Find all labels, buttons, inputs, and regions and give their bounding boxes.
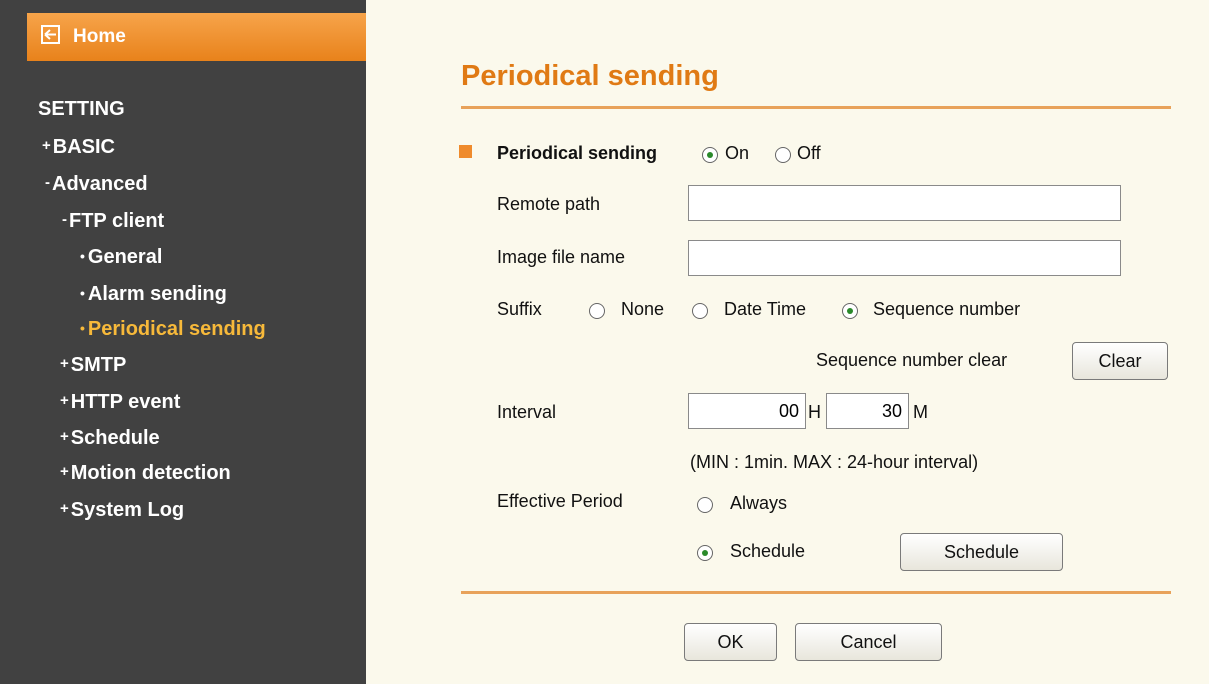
effective-schedule-radio[interactable] <box>697 545 713 561</box>
back-arrow-icon <box>41 25 60 44</box>
sidebar-item-basic[interactable]: + BASIC <box>42 136 115 159</box>
hours-unit-label: H <box>808 402 821 422</box>
sidebar: Home SETTING + BASIC - Advanced - FTP clien… <box>0 0 366 684</box>
periodical-off-radio[interactable] <box>775 147 791 163</box>
cancel-button[interactable]: Cancel <box>795 623 942 661</box>
effective-schedule-label: Schedule <box>730 541 806 561</box>
interval-hours-input[interactable] <box>688 393 806 429</box>
remote-path-input[interactable] <box>688 185 1121 221</box>
home-label: Home <box>73 26 126 47</box>
sidebar-item-motion-detection[interactable]: + Motion detection <box>60 462 231 485</box>
image-file-name-input[interactable] <box>688 240 1121 276</box>
sidebar-item-smtp[interactable]: + SMTP <box>60 354 126 377</box>
section-bullet-icon <box>459 145 472 158</box>
sidebar-item-system-log[interactable]: + System Log <box>60 499 184 522</box>
suffix-none-label: None <box>621 299 665 319</box>
periodical-off-label: Off <box>797 143 821 163</box>
effective-always-label: Always <box>730 493 788 513</box>
sidebar-item-schedule[interactable]: + Schedule <box>60 427 160 450</box>
suffix-sequence-label: Sequence number <box>873 299 1021 319</box>
suffix-sequence-radio[interactable] <box>842 303 858 319</box>
periodical-sending-label: Periodical sending <box>497 143 658 163</box>
suffix-date-time-radio[interactable] <box>692 303 708 319</box>
image-file-name-label: Image file name <box>497 247 626 267</box>
effective-period-label: Effective Period <box>497 491 623 511</box>
periodical-on-label: On <box>725 143 750 163</box>
sidebar-item-advanced[interactable]: - Advanced <box>45 173 148 196</box>
interval-note: (MIN : 1min. MAX : 24-hour interval) <box>690 452 979 472</box>
footer-divider <box>461 591 1171 594</box>
effective-always-radio[interactable] <box>697 497 713 513</box>
sidebar-item-periodical-sending[interactable]: • Periodical sending <box>80 318 266 341</box>
sidebar-item-ftp-client[interactable]: - FTP client <box>62 210 164 233</box>
minutes-unit-label: M <box>913 402 928 422</box>
suffix-date-time-label: Date Time <box>724 299 807 319</box>
schedule-button[interactable]: Schedule <box>900 533 1063 571</box>
interval-minutes-input[interactable] <box>826 393 909 429</box>
periodical-on-radio[interactable] <box>702 147 718 163</box>
sequence-clear-label: Sequence number clear <box>816 350 1008 370</box>
sidebar-item-general[interactable]: • General <box>80 246 162 269</box>
title-divider <box>461 106 1171 109</box>
page-title: Periodical sending <box>461 60 719 92</box>
home-link[interactable]: Home <box>27 13 366 61</box>
ok-button[interactable]: OK <box>684 623 777 661</box>
sidebar-item-alarm-sending[interactable]: • Alarm sending <box>80 283 227 306</box>
suffix-label: Suffix <box>497 299 542 319</box>
setting-heading: SETTING <box>38 98 125 120</box>
sidebar-item-http-event[interactable]: + HTTP event <box>60 391 180 414</box>
interval-label: Interval <box>497 402 557 422</box>
clear-button[interactable]: Clear <box>1072 342 1168 380</box>
remote-path-label: Remote path <box>497 194 601 214</box>
suffix-none-radio[interactable] <box>589 303 605 319</box>
